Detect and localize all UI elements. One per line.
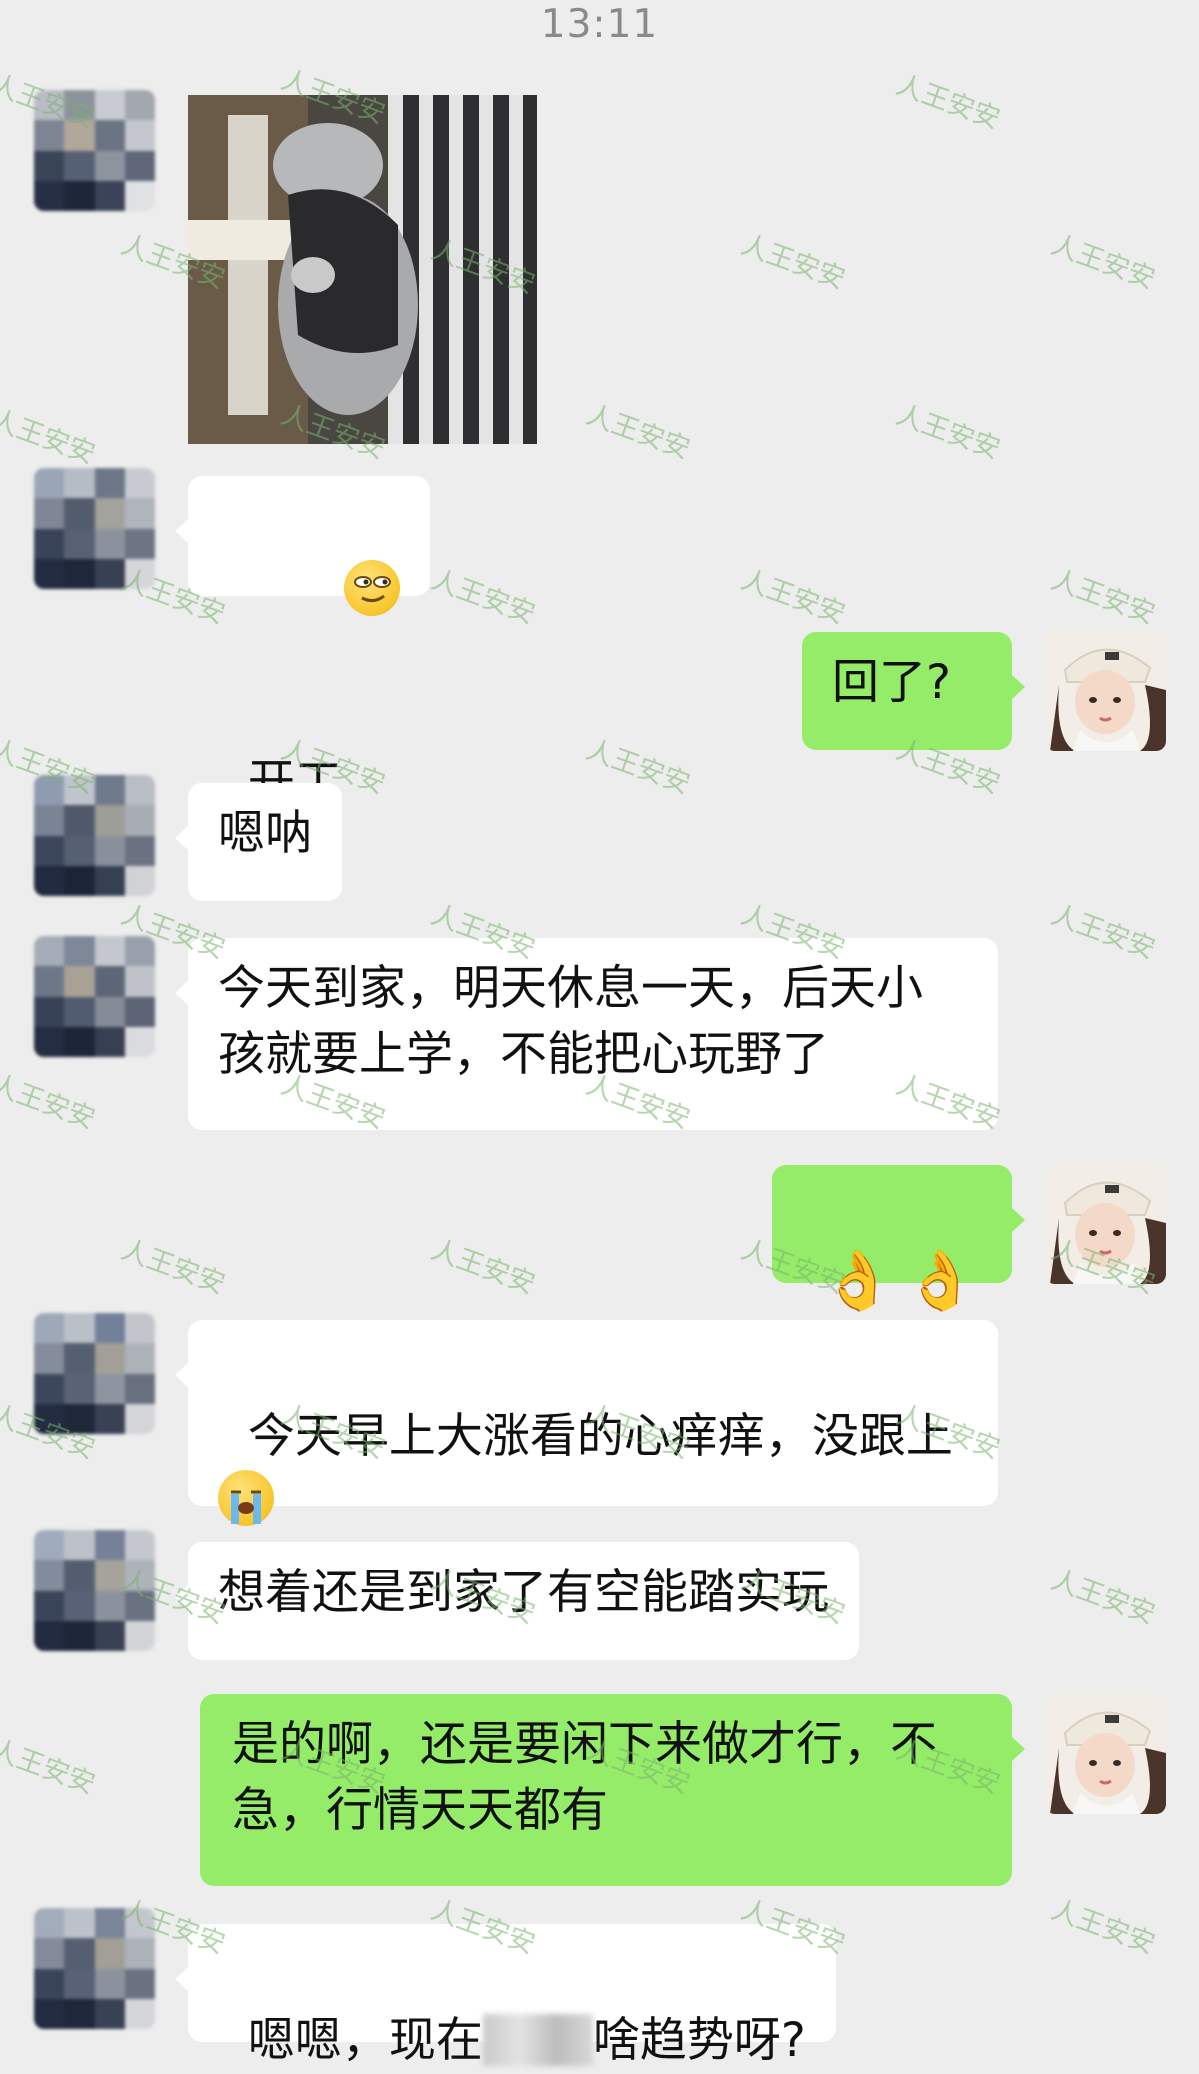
watermark-text: 人王安安: [736, 229, 850, 296]
contact-avatar[interactable]: [34, 775, 155, 896]
my-avatar[interactable]: [1045, 1163, 1166, 1284]
watermark-text: 人王安安: [0, 404, 100, 471]
contact-avatar[interactable]: [34, 90, 155, 211]
user-photo: [1045, 1693, 1166, 1814]
redacted-text: [482, 2014, 593, 2066]
image-message[interactable]: [188, 95, 537, 444]
smirk-face-icon: [343, 560, 400, 616]
contact-avatar[interactable]: [34, 1908, 155, 2029]
watermark-text: 人王安安: [426, 564, 540, 631]
my-avatar[interactable]: [1045, 630, 1166, 751]
contact-avatar[interactable]: [34, 468, 155, 589]
watermark-text: 人王安安: [581, 734, 695, 801]
contact-avatar[interactable]: [34, 1530, 155, 1651]
watermark-text: 人王安安: [426, 1234, 540, 1301]
crying-face-icon: [218, 1470, 274, 1526]
watermark-text: 人王安安: [581, 399, 695, 466]
message-bubble[interactable]: 今天到家，明天休息一天，后天小 孩就要上学，不能把心玩野了: [175, 938, 998, 1130]
message-text: 今天早上大涨看的心痒痒，没跟上: [247, 1409, 953, 1464]
watermark-text: 人王安安: [1046, 1894, 1160, 1961]
message-timestamp: 13:11: [540, 2, 659, 47]
user-photo: [1045, 630, 1166, 751]
user-photo: [1045, 1163, 1166, 1284]
watermark-text: 人王安安: [1046, 1564, 1160, 1631]
watermark-text: 人王安安: [736, 564, 850, 631]
message-text: 嗯嗯，现在: [247, 2013, 483, 2068]
message-bubble[interactable]: 嗯呐: [175, 783, 342, 901]
my-avatar[interactable]: [1045, 1693, 1166, 1814]
watermark-text: 人王安安: [1046, 899, 1160, 966]
message-bubble[interactable]: 开工: [175, 476, 430, 810]
contact-avatar[interactable]: [34, 1313, 155, 1434]
message-bubble[interactable]: 是的啊，还是要闲下来做才行，不 急，行情天天都有: [200, 1694, 1025, 1886]
message-text: 啥趋势呀?: [592, 2013, 806, 2068]
message-bubble[interactable]: 回了?: [802, 632, 1025, 750]
message-bubble[interactable]: 嗯嗯，现在 啥趋势呀?: [175, 1924, 836, 2068]
watermark-text: 人王安安: [0, 1069, 100, 1136]
message-bubble[interactable]: 今天早上大涨看的心痒痒，没跟上: [175, 1320, 998, 1526]
watermark-text: 人王安安: [891, 69, 1005, 136]
watermark-text: 人王安安: [116, 1234, 230, 1301]
watermark-text: 人王安安: [891, 399, 1005, 466]
cat-photo: [188, 95, 537, 444]
contact-avatar[interactable]: [34, 936, 155, 1057]
watermark-text: 人王安安: [1046, 564, 1160, 631]
watermark-text: 人王安安: [1046, 229, 1160, 296]
message-bubble[interactable]: 👌👌👌: [772, 1165, 1025, 1384]
message-bubble[interactable]: 想着还是到家了有空能踏实玩: [175, 1542, 859, 1660]
watermark-text: 人王安安: [0, 1734, 100, 1801]
